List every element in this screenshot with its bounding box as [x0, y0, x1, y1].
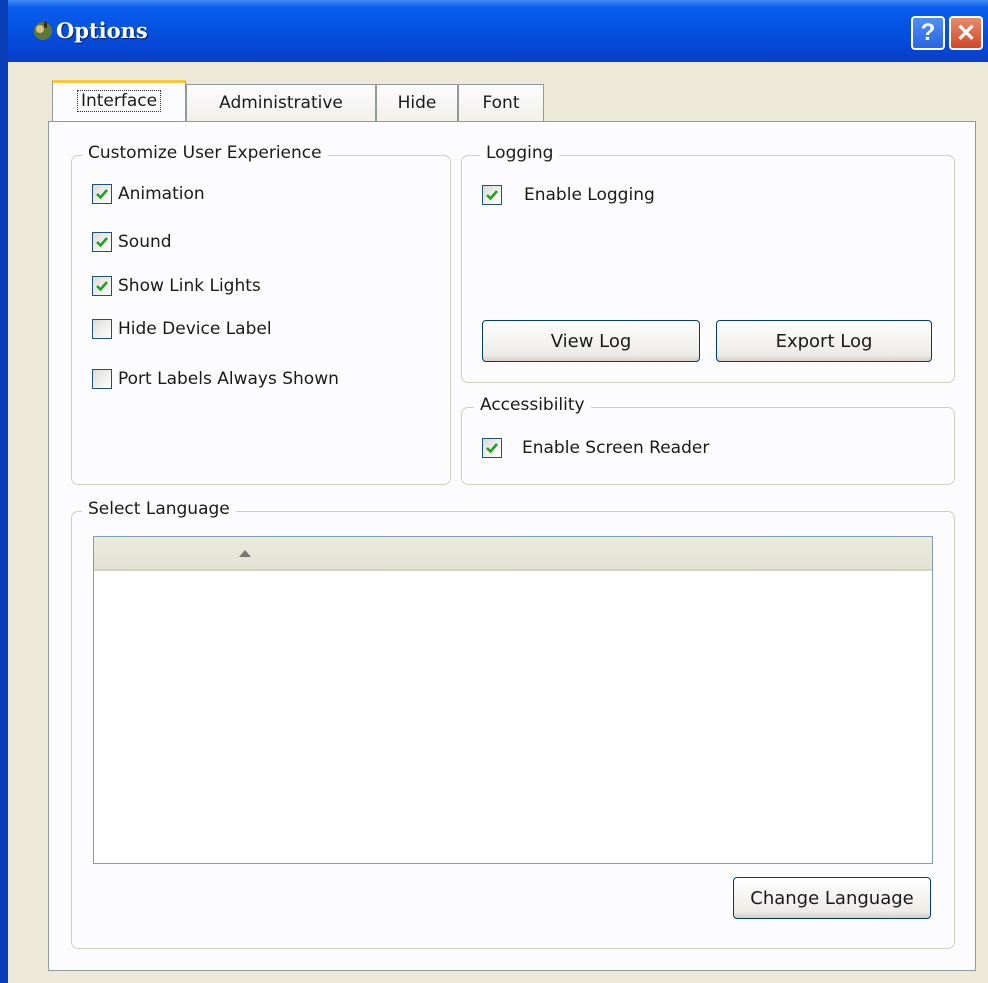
show-link-lights-label: Show Link Lights — [118, 276, 261, 296]
accessibility-group: Accessibility Enable Screen Reader — [461, 395, 955, 485]
screen-reader-checkbox-row[interactable]: Enable Screen Reader — [482, 438, 709, 458]
sound-label: Sound — [118, 232, 172, 252]
change-language-label: Change Language — [750, 887, 914, 909]
tab-font[interactable]: Font — [458, 84, 544, 122]
change-language-button[interactable]: Change Language — [733, 877, 931, 919]
sound-checkbox-row[interactable]: Sound — [92, 232, 172, 252]
language-list[interactable] — [93, 536, 933, 864]
close-icon: ✕ — [955, 19, 977, 47]
tab-hide[interactable]: Hide — [376, 84, 458, 122]
port-labels-checkbox[interactable] — [92, 369, 112, 389]
customize-group-title: Customize User Experience — [82, 143, 328, 163]
tab-interface[interactable]: Interface — [52, 80, 186, 123]
checkmark-icon — [96, 281, 108, 292]
export-log-label: Export Log — [775, 330, 873, 352]
enable-logging-checkbox[interactable] — [482, 185, 502, 205]
app-icon — [34, 22, 52, 40]
language-group-title: Select Language — [82, 499, 236, 519]
hide-device-label-checkbox[interactable] — [92, 319, 112, 339]
animation-label: Animation — [118, 184, 205, 204]
screen-reader-label: Enable Screen Reader — [522, 438, 710, 458]
interface-tab-panel: Customize User Experience Animation Soun… — [48, 121, 976, 971]
tab-label: Interface — [76, 90, 162, 112]
options-dialog: Options ? ✕ Interface Administrative Hid… — [0, 0, 988, 983]
tab-label: Font — [482, 93, 520, 113]
help-icon: ? — [920, 19, 936, 46]
checkmark-icon — [486, 443, 498, 454]
show-link-lights-checkbox[interactable] — [92, 276, 112, 296]
export-log-button[interactable]: Export Log — [716, 320, 932, 362]
hide-device-label-checkbox-row[interactable]: Hide Device Label — [92, 319, 272, 339]
language-list-header[interactable] — [94, 537, 932, 571]
title-bar[interactable]: Options ? ✕ — [8, 0, 988, 62]
sound-checkbox[interactable] — [92, 232, 112, 252]
view-log-label: View Log — [550, 330, 632, 352]
port-labels-checkbox-row[interactable]: Port Labels Always Shown — [92, 369, 339, 389]
close-button[interactable]: ✕ — [949, 16, 983, 50]
tab-label: Administrative — [219, 93, 343, 113]
logging-group: Logging Enable Logging View Log Export L… — [461, 143, 955, 383]
port-labels-label: Port Labels Always Shown — [118, 369, 339, 389]
checkmark-icon — [96, 189, 108, 200]
enable-logging-label: Enable Logging — [524, 185, 655, 205]
view-log-button[interactable]: View Log — [482, 320, 700, 362]
tab-administrative[interactable]: Administrative — [186, 84, 376, 122]
enable-logging-checkbox-row[interactable]: Enable Logging — [482, 185, 655, 205]
animation-checkbox[interactable] — [92, 184, 112, 204]
tab-label: Hide — [397, 93, 437, 113]
show-link-lights-checkbox-row[interactable]: Show Link Lights — [92, 276, 261, 296]
logging-group-title: Logging — [480, 143, 560, 163]
customize-group: Customize User Experience Animation Soun… — [71, 143, 451, 485]
help-button[interactable]: ? — [911, 16, 945, 50]
hide-device-label-label: Hide Device Label — [118, 319, 272, 339]
accessibility-group-title: Accessibility — [474, 395, 591, 415]
screen-reader-checkbox[interactable] — [482, 438, 502, 458]
window-title: Options — [56, 18, 148, 43]
sort-ascending-icon — [239, 550, 251, 557]
checkmark-icon — [486, 190, 498, 201]
checkmark-icon — [96, 237, 108, 248]
animation-checkbox-row[interactable]: Animation — [92, 184, 205, 204]
